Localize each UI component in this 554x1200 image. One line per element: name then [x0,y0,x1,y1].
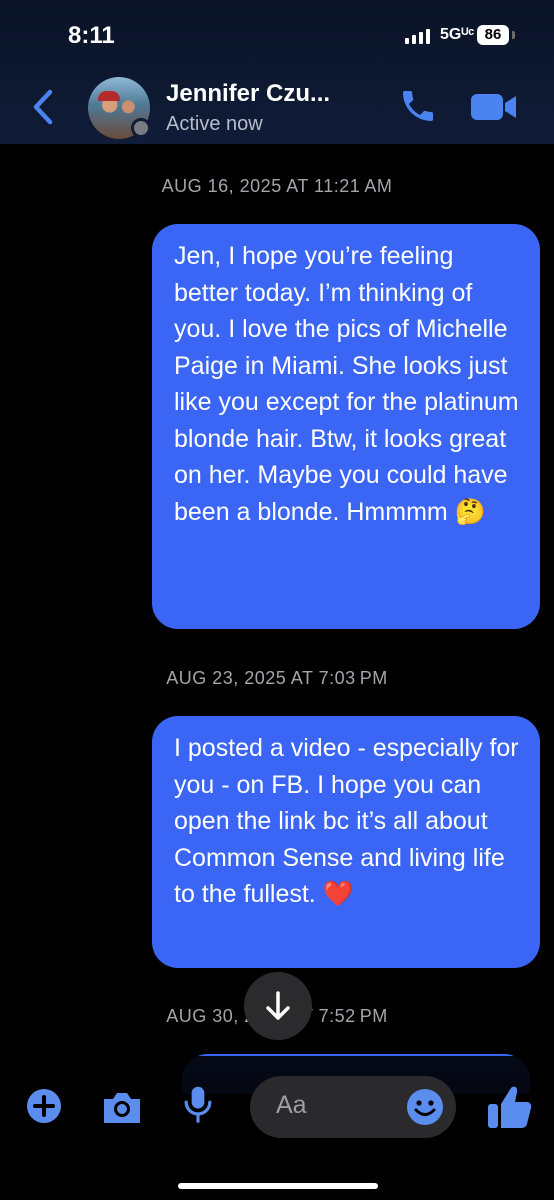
battery-cap [512,31,515,39]
avatar-cap [98,91,120,101]
conversation-header: 8:11 5Gᵁᶜ 86 Jennifer Czu... Active now [0,0,554,144]
thumbs-up-icon[interactable] [484,1082,534,1132]
camera-icon[interactable] [100,1087,144,1127]
contact-name[interactable]: Jennifer Czu... [166,80,330,108]
status-time: 8:11 [68,22,115,49]
scroll-to-bottom-button[interactable] [244,972,312,1040]
home-indicator [178,1183,378,1189]
video-call-icon[interactable] [470,90,518,124]
active-status: Active now [166,113,263,135]
timestamp: AUG 23, 2025 AT 7:03 PM [166,668,388,688]
battery-icon: 86 [477,25,509,45]
plus-icon[interactable] [24,1086,64,1126]
emoji-icon[interactable] [406,1088,444,1126]
sent-message-bubble[interactable]: I posted a video - especially for you - … [152,716,540,968]
arrow-down-icon [266,991,290,1020]
microphone-icon[interactable] [178,1084,218,1124]
phone-call-icon[interactable] [398,86,438,126]
signal-icon [405,29,430,44]
back-chevron-icon[interactable] [28,88,58,126]
message-input-placeholder: Aa [276,1091,307,1119]
sent-message-bubble[interactable]: Jen, I hope you’re feeling better today.… [152,224,540,629]
timestamp: AUG 16, 2025 AT 11:21 AM [161,176,393,196]
network-label: 5Gᵁᶜ [440,26,475,43]
presence-dot [131,118,151,138]
